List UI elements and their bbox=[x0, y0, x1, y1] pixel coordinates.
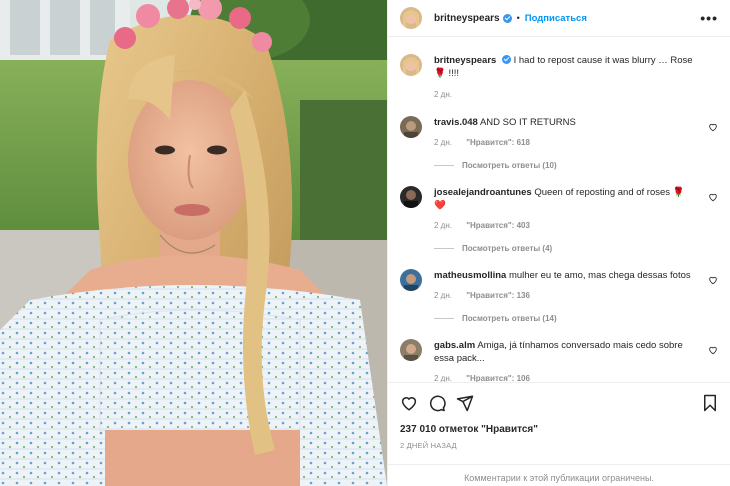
comment-likes[interactable]: "Нравится": 403 bbox=[466, 221, 530, 230]
comment-text: gabs.alm Amiga, já tínhamos conversado m… bbox=[434, 339, 696, 365]
share-icon[interactable] bbox=[456, 394, 474, 412]
comment-username[interactable]: gabs.alm bbox=[434, 340, 475, 351]
follow-button[interactable]: Подписаться bbox=[525, 13, 587, 24]
comment-likes[interactable]: "Нравится": 106 bbox=[466, 374, 530, 382]
view-replies-button[interactable]: Посмотреть ответы (4) bbox=[434, 244, 718, 253]
post-header: britneyspears • Подписаться ••• bbox=[388, 0, 730, 37]
replies-divider bbox=[434, 248, 454, 249]
caption-meta: 2 дн. bbox=[434, 90, 696, 99]
view-replies-label[interactable]: Посмотреть ответы (10) bbox=[462, 161, 557, 170]
view-replies-label[interactable]: Посмотреть ответы (14) bbox=[462, 314, 557, 323]
likes-count[interactable]: 237 010 отметок "Нравится" bbox=[400, 424, 718, 435]
comment-item: gabs.alm Amiga, já tínhamos conversado m… bbox=[400, 339, 718, 382]
post-date[interactable]: 2 ДНЕЙ НАЗАД bbox=[400, 441, 718, 450]
verified-badge-icon bbox=[501, 55, 511, 64]
caption-avatar[interactable] bbox=[400, 54, 422, 76]
author-username[interactable]: britneyspears bbox=[434, 13, 500, 24]
comment-like-heart-icon[interactable] bbox=[708, 122, 718, 132]
instagram-post-modal: britneyspears • Подписаться ••• britneys… bbox=[0, 0, 730, 486]
photo-illustration bbox=[0, 0, 387, 486]
caption: britneyspears I had to repost cause it w… bbox=[400, 54, 718, 99]
comment-avatar[interactable] bbox=[400, 116, 422, 138]
comment-body: mulher eu te amo, mas chega dessas fotos bbox=[508, 270, 691, 281]
comments-limited-notice: Комментарии к этой публикации ограничены… bbox=[388, 464, 730, 486]
comment-likes[interactable]: "Нравится": 618 bbox=[466, 138, 530, 147]
comment-time[interactable]: 2 дн. bbox=[434, 138, 452, 147]
comment-meta: 2 дн. "Нравится": 106 bbox=[434, 374, 696, 382]
comment-like-heart-icon[interactable] bbox=[708, 275, 718, 285]
comment-item: josealejandroantunes Queen of reposting … bbox=[400, 186, 718, 230]
comment-avatar[interactable] bbox=[400, 339, 422, 361]
heart-icon[interactable] bbox=[400, 394, 418, 412]
view-replies-button[interactable]: Посмотреть ответы (10) bbox=[434, 161, 718, 170]
post-photo[interactable] bbox=[0, 0, 387, 486]
view-replies-button[interactable]: Посмотреть ответы (14) bbox=[434, 314, 718, 323]
bookmark-icon[interactable] bbox=[702, 394, 718, 412]
post-actions: 237 010 отметок "Нравится" 2 ДНЕЙ НАЗАД … bbox=[388, 382, 730, 486]
caption-text: britneyspears I had to repost cause it w… bbox=[434, 54, 696, 80]
comment-item: travis.048 AND SO IT RETURNS 2 дн. "Нрав… bbox=[400, 116, 718, 147]
comment-icon[interactable] bbox=[428, 394, 446, 412]
comment-username[interactable]: matheusmollina bbox=[434, 270, 506, 281]
comment-body: AND SO IT RETURNS bbox=[479, 117, 576, 128]
comment-time[interactable]: 2 дн. bbox=[434, 291, 452, 300]
replies-divider bbox=[434, 165, 454, 166]
comment-avatar[interactable] bbox=[400, 186, 422, 208]
comment-meta: 2 дн. "Нравится": 136 bbox=[434, 291, 696, 300]
verified-badge-icon bbox=[502, 13, 512, 23]
comment-text: josealejandroantunes Queen of reposting … bbox=[434, 186, 696, 212]
replies-divider bbox=[434, 318, 454, 319]
comment-meta: 2 дн. "Нравится": 618 bbox=[434, 138, 696, 147]
comment-like-heart-icon[interactable] bbox=[708, 192, 718, 202]
comment-avatar[interactable] bbox=[400, 269, 422, 291]
comments-list[interactable]: britneyspears I had to repost cause it w… bbox=[388, 37, 730, 382]
view-replies-label[interactable]: Посмотреть ответы (4) bbox=[462, 244, 552, 253]
comment-username[interactable]: travis.048 bbox=[434, 117, 478, 128]
comment-like-heart-icon[interactable] bbox=[708, 345, 718, 355]
comment-time[interactable]: 2 дн. bbox=[434, 374, 452, 382]
comment-meta: 2 дн. "Нравится": 403 bbox=[434, 221, 696, 230]
author-avatar[interactable] bbox=[400, 7, 422, 29]
caption-username[interactable]: britneyspears bbox=[434, 55, 496, 66]
comment-likes[interactable]: "Нравится": 136 bbox=[466, 291, 530, 300]
comment-username[interactable]: josealejandroantunes bbox=[434, 187, 532, 198]
comment-text: travis.048 AND SO IT RETURNS bbox=[434, 116, 696, 129]
post-sidebar: britneyspears • Подписаться ••• britneys… bbox=[387, 0, 730, 486]
comment-text: matheusmollina mulher eu te amo, mas che… bbox=[434, 269, 696, 282]
more-options-icon[interactable]: ••• bbox=[700, 10, 718, 26]
action-icons bbox=[400, 393, 718, 413]
comment-item: matheusmollina mulher eu te amo, mas che… bbox=[400, 269, 718, 300]
separator-dot: • bbox=[516, 13, 520, 23]
caption-time: 2 дн. bbox=[434, 90, 452, 99]
comment-time[interactable]: 2 дн. bbox=[434, 221, 452, 230]
